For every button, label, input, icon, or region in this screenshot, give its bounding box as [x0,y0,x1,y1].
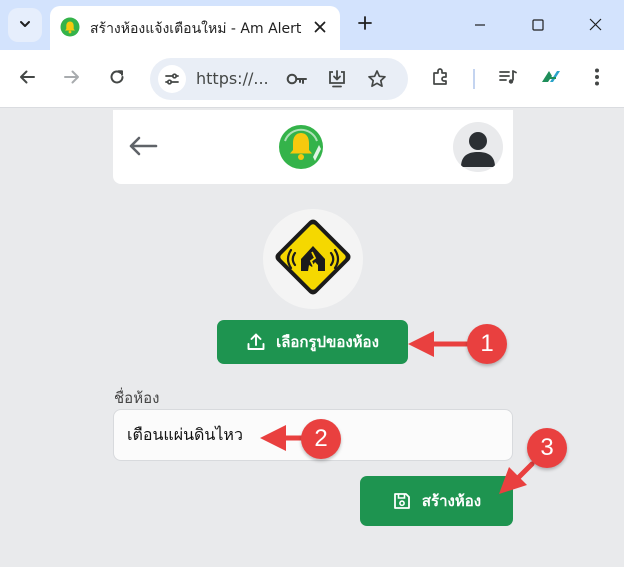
annotation-arrow-1 [408,331,471,357]
annotation-badge-1: 1 [467,324,507,364]
annotation-badge-2: 2 [301,419,341,459]
annotation-arrow-2 [260,425,305,451]
annotation-arrow-3 [499,461,535,494]
annotation-arrows [260,331,535,494]
annotation-badge-3: 3 [527,428,567,468]
